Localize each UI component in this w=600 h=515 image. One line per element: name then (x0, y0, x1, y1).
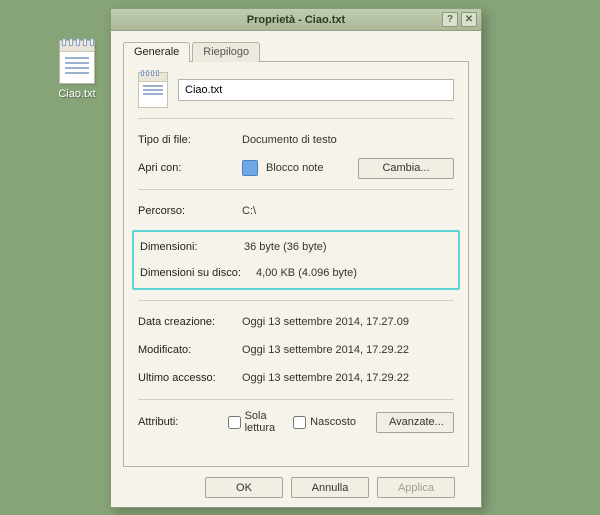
path-value: C:\ (242, 205, 256, 217)
close-button[interactable]: ✕ (461, 12, 477, 27)
window-title: Proprietà - Ciao.txt (247, 14, 345, 26)
hidden-label: Nascosto (310, 416, 356, 428)
path-label: Percorso: (138, 205, 242, 217)
modified-label: Modificato: (138, 344, 242, 356)
readonly-checkbox-wrap[interactable]: Sola lettura (228, 410, 284, 434)
apply-button[interactable]: Applica (377, 477, 455, 498)
disksize-value: 4,00 KB (4.096 byte) (256, 267, 357, 279)
tab-panel-general: Tipo di file: Documento di testo Apri co… (123, 61, 469, 467)
tab-summary[interactable]: Riepilogo (192, 42, 260, 62)
accessed-label: Ultimo accesso: (138, 372, 242, 384)
disksize-label: Dimensioni su disco: (140, 267, 256, 279)
properties-window: Proprietà - Ciao.txt ? ✕ Generale Riepil… (110, 8, 482, 508)
size-value: 36 byte (36 byte) (244, 241, 327, 253)
help-button[interactable]: ? (442, 12, 458, 27)
close-icon: ✕ (465, 14, 473, 25)
notepad-icon (242, 160, 258, 176)
readonly-label: Sola lettura (245, 410, 284, 434)
change-button[interactable]: Cambia... (358, 158, 454, 179)
readonly-checkbox[interactable] (228, 416, 241, 429)
created-label: Data creazione: (138, 316, 242, 328)
tab-general[interactable]: Generale (123, 42, 190, 62)
accessed-value: Oggi 13 settembre 2014, 17.29.22 (242, 372, 409, 384)
filename-input[interactable] (178, 79, 454, 101)
hidden-checkbox[interactable] (293, 416, 306, 429)
titlebar[interactable]: Proprietà - Ciao.txt ? ✕ (111, 9, 481, 31)
hidden-checkbox-wrap[interactable]: Nascosto (293, 416, 356, 429)
cancel-button[interactable]: Annulla (291, 477, 369, 498)
modified-value: Oggi 13 settembre 2014, 17.29.22 (242, 344, 409, 356)
file-type-icon (138, 72, 168, 108)
ok-button[interactable]: OK (205, 477, 283, 498)
textfile-icon (59, 40, 95, 84)
tabstrip: Generale Riepilogo (123, 39, 469, 61)
dialog-buttons: OK Annulla Applica (123, 467, 469, 498)
size-label: Dimensioni: (140, 241, 244, 253)
advanced-button[interactable]: Avanzate... (376, 412, 454, 433)
desktop-file-icon[interactable]: Ciao.txt (45, 40, 109, 100)
desktop-file-label: Ciao.txt (45, 88, 109, 100)
created-value: Oggi 13 settembre 2014, 17.27.09 (242, 316, 409, 328)
filetype-label: Tipo di file: (138, 134, 242, 146)
filetype-value: Documento di testo (242, 134, 337, 146)
size-highlight: Dimensioni: 36 byte (36 byte) Dimensioni… (132, 230, 460, 290)
attributes-label: Attributi: (138, 416, 218, 428)
openwith-value: Blocco note (266, 162, 323, 174)
openwith-label: Apri con: (138, 162, 242, 174)
